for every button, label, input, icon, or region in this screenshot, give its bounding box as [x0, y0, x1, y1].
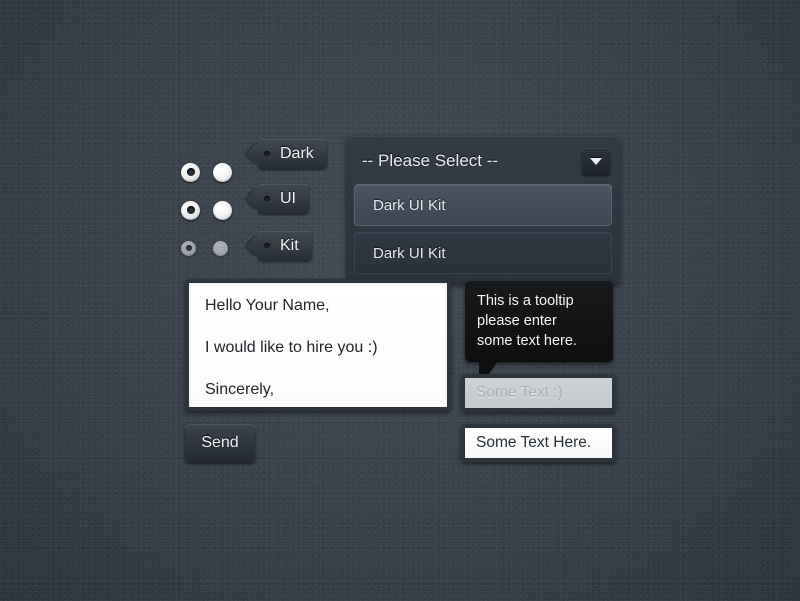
tag-hole-icon	[264, 196, 270, 202]
text-input-value: Some Text Here.	[476, 434, 592, 451]
disabled-text-input-value: Some Text :)	[476, 384, 563, 401]
tag-label-text: Kit	[280, 237, 299, 254]
send-button-label: Send	[201, 434, 239, 451]
radio-button-kit-selected-disabled	[181, 240, 196, 256]
tag-hole-icon	[264, 151, 270, 157]
chevron-down-icon[interactable]	[582, 147, 610, 175]
textarea-line: Sincerely,	[205, 381, 275, 398]
textarea-line: Hello Your Name,	[205, 297, 330, 314]
disabled-text-input: Some Text :)	[461, 374, 616, 412]
tag-label-ui[interactable]: UI	[258, 184, 309, 214]
tooltip-line: This is a tooltip	[477, 293, 574, 309]
checkbox-ui-unselected[interactable]	[213, 200, 232, 220]
select-header-label: -- Please Select --	[362, 151, 499, 170]
tag-label-kit[interactable]: Kit	[258, 231, 312, 261]
textarea-line: I would like to hire you :)	[205, 339, 378, 356]
choice-control-grid	[181, 153, 245, 267]
tooltip-tail-icon	[479, 361, 498, 374]
select-option-label: Dark UI Kit	[373, 196, 446, 214]
tag-label-text: Dark	[280, 145, 314, 162]
send-button[interactable]: Send	[185, 424, 255, 462]
tag-hole-icon	[264, 243, 270, 249]
caret-shape	[590, 157, 602, 165]
message-textarea[interactable]: Hello Your Name, I would like to hire yo…	[185, 279, 451, 411]
tooltip-line: please enter	[477, 313, 557, 329]
tooltip-line: some text here.	[477, 333, 577, 349]
select-header[interactable]: -- Please Select --	[354, 144, 612, 178]
select-option[interactable]: Dark UI Kit	[354, 232, 612, 274]
text-input[interactable]: Some Text Here.	[461, 424, 616, 462]
radio-button-dark-selected[interactable]	[181, 162, 200, 182]
radio-button-ui-selected[interactable]	[181, 200, 200, 220]
select-dropdown[interactable]: -- Please Select -- Dark UI Kit Dark UI …	[346, 136, 620, 284]
checkbox-dark-unselected[interactable]	[213, 162, 232, 182]
select-option[interactable]: Dark UI Kit	[354, 184, 612, 226]
select-option-label: Dark UI Kit	[373, 244, 446, 262]
tooltip: This is a tooltip please enter some text…	[465, 281, 613, 374]
tag-label-dark[interactable]: Dark	[258, 139, 327, 169]
tag-label-text: UI	[280, 190, 296, 207]
checkbox-kit-unselected-disabled	[213, 240, 228, 256]
